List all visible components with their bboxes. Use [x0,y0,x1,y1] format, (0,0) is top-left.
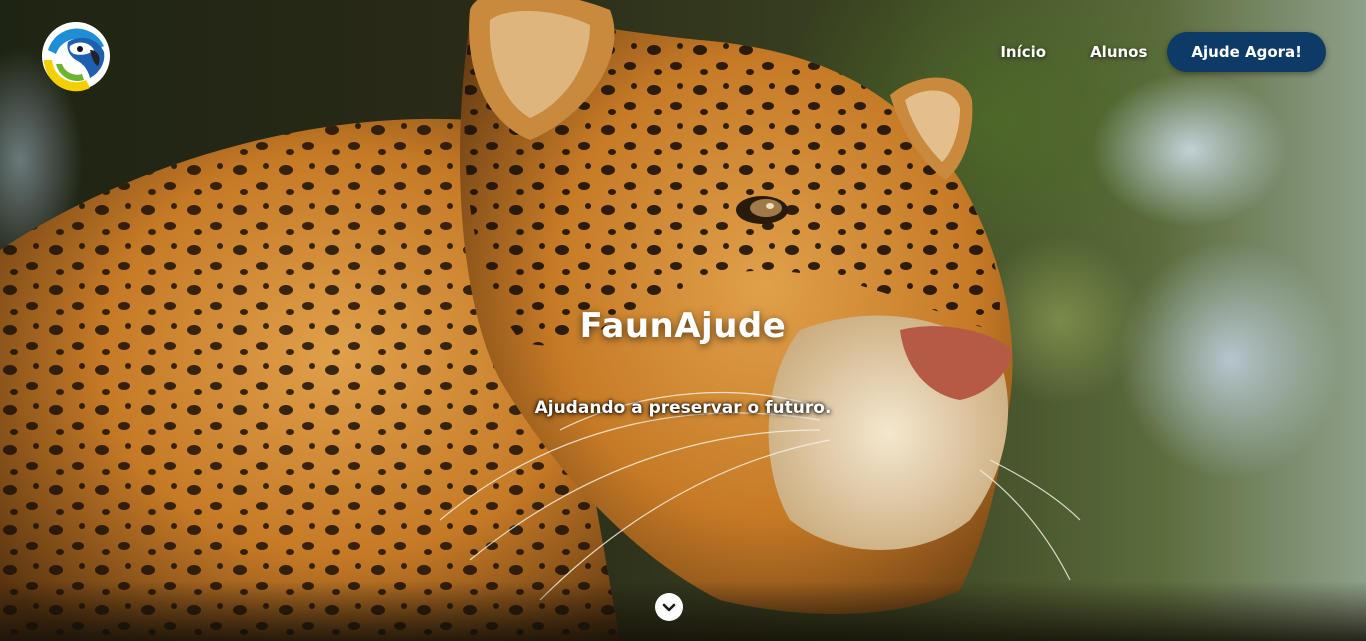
hero-subtitle: Ajudando a preservar o futuro. [534,398,832,418]
nav-link-inicio[interactable]: Início [1000,43,1046,61]
macaw-parrot-logo-icon [42,22,110,92]
main-nav: Início Alunos Ajude Agora! [1000,32,1326,72]
chevron-down-icon [662,603,676,612]
help-now-button[interactable]: Ajude Agora! [1167,32,1326,72]
nav-link-alunos[interactable]: Alunos [1090,43,1147,61]
bottom-shade [0,581,1366,641]
hero-title: FaunAjude [579,306,787,346]
scroll-down-button[interactable] [655,593,683,621]
site-logo[interactable] [40,20,112,92]
hero-section: Início Alunos Ajude Agora! FaunAjude Aju… [0,0,1366,641]
